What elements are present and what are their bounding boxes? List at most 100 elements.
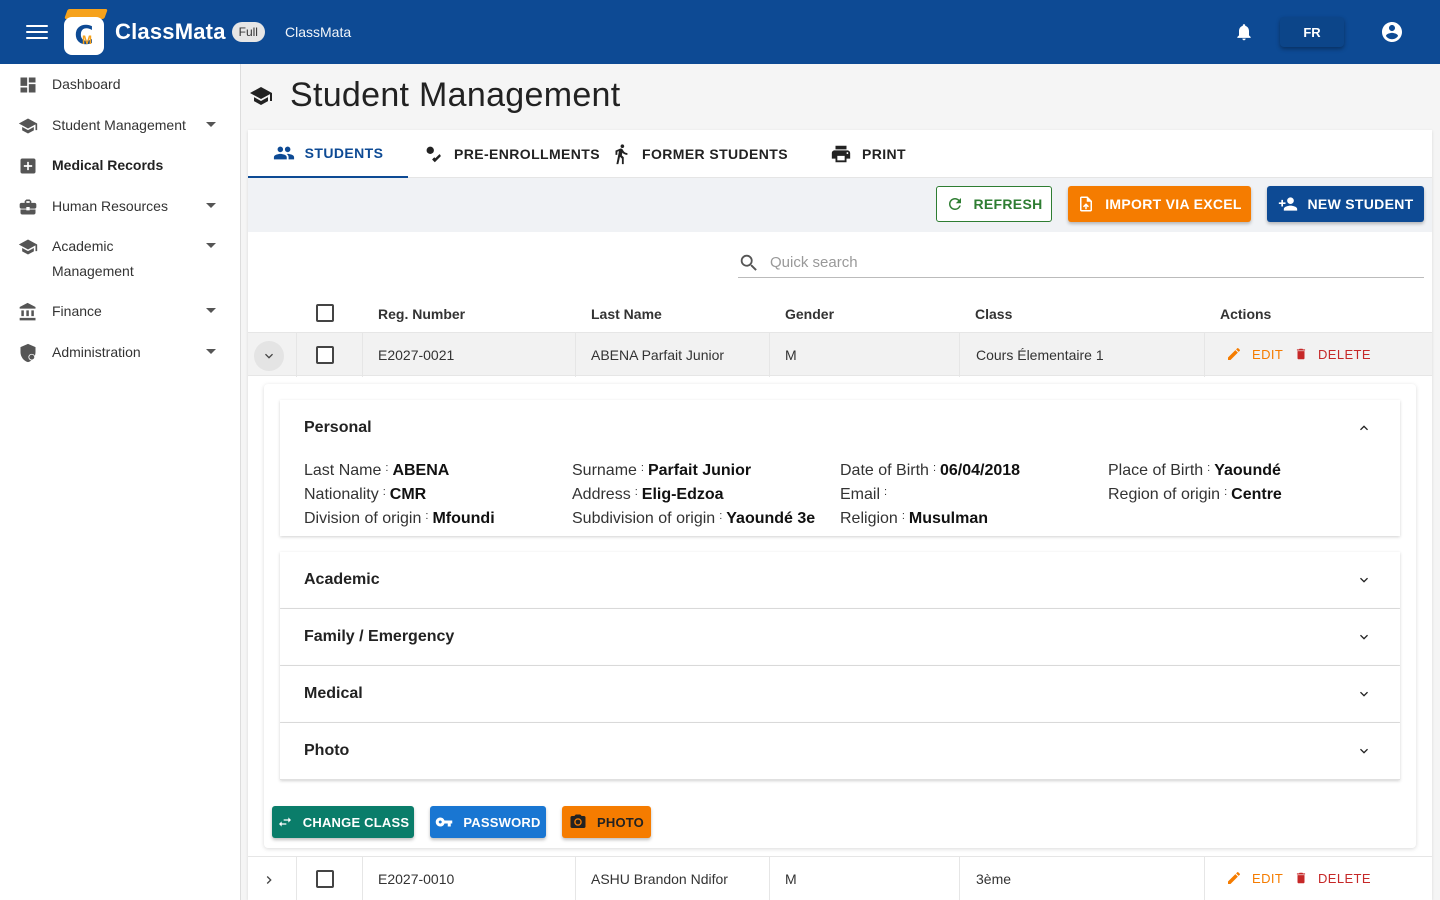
bank-icon	[19, 302, 36, 321]
column-header: Actions	[1220, 306, 1272, 322]
sidebar-item-finance[interactable]: Finance	[0, 302, 240, 324]
person-check-icon	[423, 146, 441, 163]
printer-icon	[831, 145, 851, 163]
change-class-button[interactable]: CHANGE CLASS	[272, 806, 414, 838]
student-detail-panel: Personal Last Name: ABENA Surname: Parfait…	[264, 384, 1416, 848]
accordion-header[interactable]: Photo	[280, 723, 1400, 779]
accordion-academic[interactable]: Academic	[280, 552, 1400, 609]
school-icon	[18, 239, 38, 255]
last-name: ABENA Parfait Junior	[591, 347, 725, 363]
sidebar-item-student-management[interactable]: Student Management	[0, 116, 240, 138]
table-row[interactable]: E2027-0010 ASHU Brandon Ndifor M 3ème ED…	[248, 856, 1432, 900]
tab-label: FORMER STUDENTS	[642, 146, 788, 162]
sidebar-item-medical-records[interactable]: Medical Records	[0, 156, 240, 178]
search-input[interactable]	[770, 254, 1370, 271]
camera-icon	[570, 814, 586, 828]
column-header: Last Name	[591, 306, 662, 322]
tab-label: STUDENTS	[304, 145, 384, 161]
field-surname: Surname: Parfait Junior	[572, 462, 752, 479]
sidebar-item-label: Administration	[52, 344, 141, 360]
collapse-row-button[interactable]	[254, 341, 284, 371]
chevron-down-icon	[265, 353, 273, 359]
import-excel-button[interactable]: IMPORT VIA EXCEL	[1068, 186, 1251, 222]
column-header: Class	[975, 306, 1013, 322]
shield-icon	[20, 343, 36, 363]
accordion-header[interactable]: Medical	[280, 666, 1400, 722]
sidebar-item-human-resources[interactable]: Human Resources	[0, 197, 240, 219]
field-subdivision-of-origin: Subdivision of origin: Yaoundé 3e	[572, 510, 816, 527]
app-header: CM ClassMata Full ClassMata FR	[0, 0, 1440, 64]
chevron-down-icon	[1360, 691, 1368, 697]
pencil-icon	[1228, 871, 1241, 884]
language-switch[interactable]: FR	[1280, 17, 1344, 47]
toolbar: REFRESH IMPORT VIA EXCEL NEW STUDENT	[248, 178, 1432, 232]
row-checkbox[interactable]	[316, 346, 334, 364]
last-name: ASHU Brandon Ndifor	[591, 871, 728, 887]
sidebar-item-label: Academic Management	[52, 238, 134, 279]
reg-number: E2027-0021	[378, 347, 455, 363]
menu-icon[interactable]	[25, 22, 49, 42]
delete-button[interactable]: DELETE	[1294, 870, 1371, 886]
accordion-header[interactable]: Academic	[280, 552, 1400, 608]
medical-icon	[20, 158, 36, 174]
bell-icon[interactable]	[1234, 22, 1254, 42]
accordion-photo[interactable]: Photo	[280, 723, 1400, 780]
tab-students[interactable]: STUDENTS	[248, 130, 408, 178]
tab-label: PRE-ENROLLMENTS	[454, 146, 600, 162]
sidebar-item-label: Medical Records	[52, 157, 164, 173]
trash-icon	[1296, 348, 1306, 360]
refresh-button[interactable]: REFRESH	[936, 186, 1052, 222]
table-row[interactable]: E2027-0021 ABENA Parfait Junior M Cours …	[248, 332, 1432, 377]
delete-button[interactable]: DELETE	[1294, 346, 1371, 362]
chevron-down-icon	[206, 122, 216, 127]
sidebar-item-administration[interactable]: Administration	[0, 343, 240, 365]
search-icon	[740, 254, 757, 271]
chevron-down-icon	[1360, 634, 1368, 640]
field-email: Email:	[840, 486, 888, 503]
field-nationality: Nationality: CMR	[304, 486, 427, 503]
field-region-of-origin: Region of origin: Centre	[1108, 486, 1282, 503]
account-icon[interactable]	[1380, 20, 1404, 44]
edit-button[interactable]: EDIT	[1226, 870, 1283, 886]
sidebar-item-dashboard[interactable]: Dashboard	[0, 75, 240, 97]
page-header: Student Management	[249, 76, 621, 115]
file-upload-icon	[1080, 196, 1093, 212]
accordion-header[interactable]: Family / Emergency	[280, 609, 1400, 665]
pencil-icon	[1228, 347, 1241, 360]
field-division-of-origin: Division of origin: Mfoundi	[304, 510, 495, 527]
field-date-of-birth: Date of Birth:06/04/2018	[840, 462, 1021, 479]
school-icon	[18, 118, 38, 134]
new-student-button[interactable]: NEW STUDENT	[1267, 186, 1424, 222]
chevron-down-icon	[1360, 748, 1368, 754]
row-checkbox[interactable]	[316, 870, 334, 888]
tab-former-students[interactable]: FORMER STUDENTS	[610, 130, 788, 178]
tab-print[interactable]: PRINT	[830, 130, 906, 178]
expand-row-button[interactable]	[254, 865, 284, 895]
field-last-name: Last Name: ABENA	[304, 462, 450, 479]
chevron-down-icon	[206, 308, 216, 313]
brand-name: ClassMata	[115, 19, 226, 44]
password-button[interactable]: PASSWORD	[430, 806, 546, 838]
accordion-header[interactable]: Personal	[280, 400, 1400, 456]
edit-button[interactable]: EDIT	[1226, 346, 1283, 362]
trash-icon	[1296, 872, 1306, 884]
sidebar-item-academic-management[interactable]: Academic Management	[0, 237, 240, 284]
chevron-down-icon	[206, 203, 216, 208]
sidebar-item-label: Dashboard	[52, 76, 121, 92]
app-subtitle: ClassMata	[284, 24, 352, 40]
swap-icon	[278, 817, 291, 827]
tab-pre-enrollments[interactable]: PRE-ENROLLMENTS	[422, 130, 600, 178]
accordion-medical[interactable]: Medical	[280, 666, 1400, 723]
school-icon	[250, 86, 272, 105]
gender: M	[785, 347, 797, 363]
people-icon	[273, 146, 294, 160]
key-icon	[436, 817, 453, 827]
accordion-family-emergency[interactable]: Family / Emergency	[280, 609, 1400, 666]
photo-button[interactable]: PHOTO	[562, 806, 651, 838]
column-header: Gender	[785, 306, 835, 322]
sidebar-item-label: Student Management	[52, 117, 186, 133]
briefcase-icon	[19, 199, 37, 215]
plan-badge: Full	[231, 22, 265, 42]
table-header: Reg. Number Last Name Gender Class Actio…	[248, 296, 1432, 332]
select-all-checkbox[interactable]	[316, 304, 334, 322]
